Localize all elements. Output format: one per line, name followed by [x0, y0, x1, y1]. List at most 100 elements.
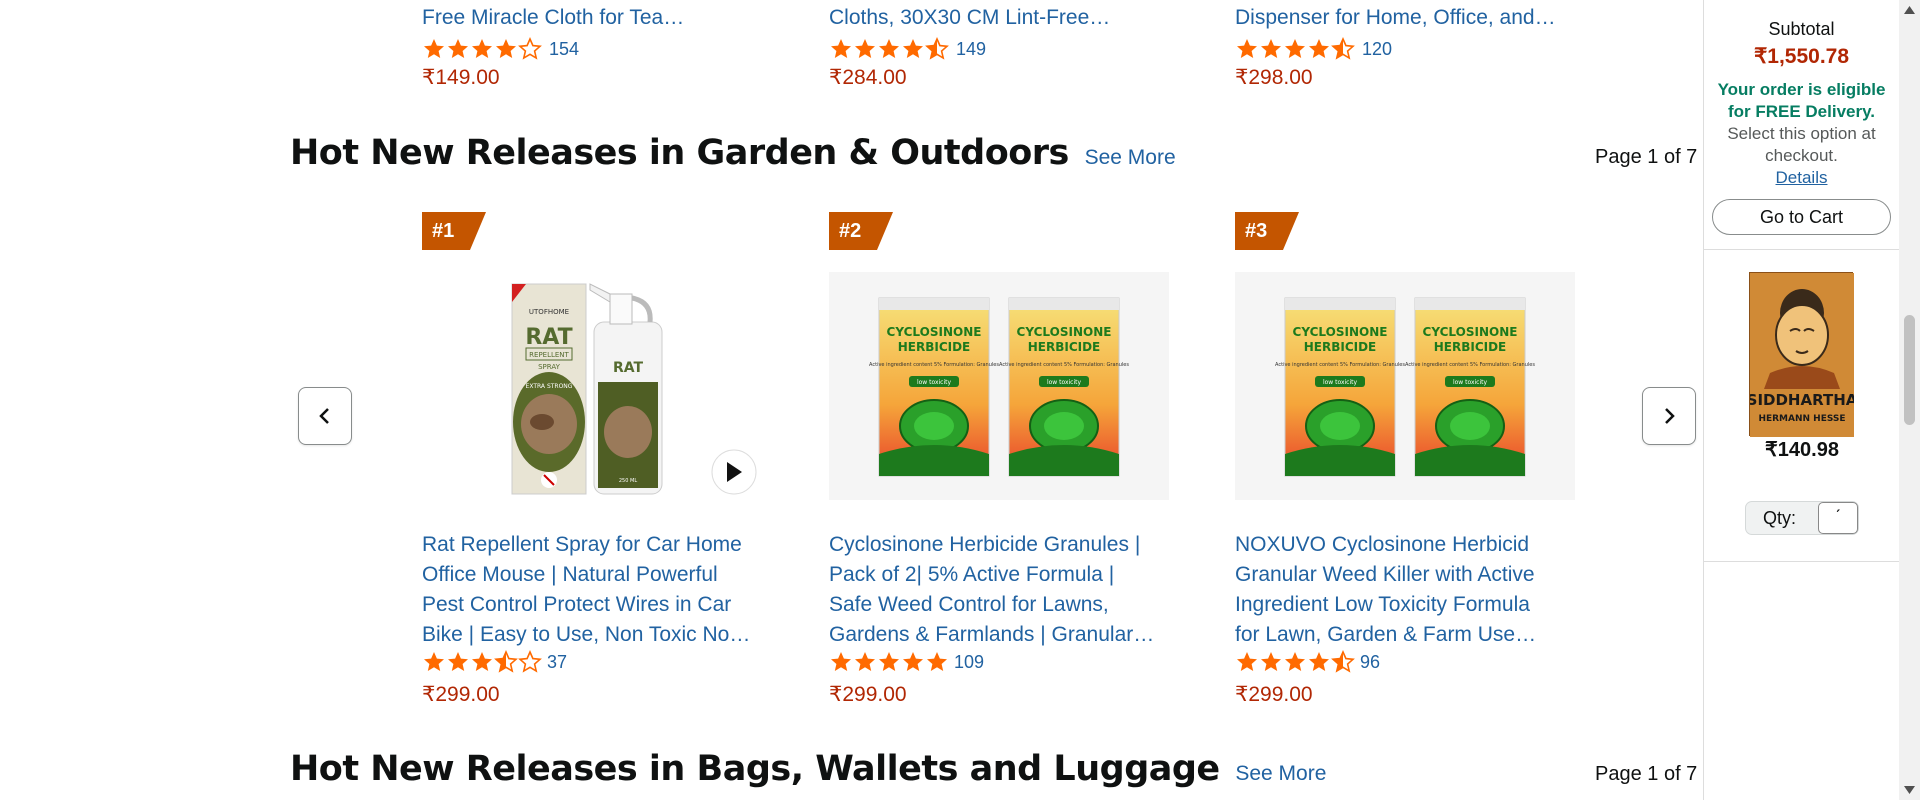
star-full-icon	[1261, 39, 1281, 58]
svg-text:HERBICIDE: HERBICIDE	[1028, 340, 1101, 354]
star-rating[interactable]	[829, 650, 949, 674]
svg-text:Active ingredient content 5% F: Active ingredient content 5% Formulation…	[1275, 362, 1405, 368]
buddha-illustration: SIDDHARTHA HERMANN HESSE	[1747, 273, 1858, 437]
svg-text:HERBICIDE: HERBICIDE	[1434, 340, 1507, 354]
star-full-icon	[472, 652, 492, 671]
star-half-icon	[1331, 37, 1355, 60]
product-price: ₹284.00	[829, 66, 907, 89]
review-count[interactable]: 120	[1362, 39, 1392, 60]
product-price: ₹299.00	[829, 683, 907, 706]
star-half-icon	[494, 650, 518, 673]
star-full-icon	[1309, 39, 1329, 58]
qty-value[interactable]: ˊ	[1818, 502, 1858, 534]
rank-badge: #2	[829, 212, 893, 250]
svg-text:CYCLOSINONE: CYCLOSINONE	[1293, 325, 1388, 339]
section-title-bags: Hot New Releases in Bags, Wallets and Lu…	[290, 749, 1327, 789]
herbicide-image: CYCLOSINONE HERBICIDE Active ingredient …	[1275, 297, 1535, 477]
svg-text:HERBICIDE: HERBICIDE	[898, 340, 971, 354]
star-half-icon	[925, 37, 949, 60]
product-card: Dispenser for Home, Office, and… 120 ₹29…	[1235, 3, 1575, 93]
star-full-icon	[448, 39, 468, 58]
svg-text:Active ingredient content 5% F: Active ingredient content 5% Formulation…	[869, 362, 999, 368]
review-count[interactable]: 149	[956, 39, 986, 60]
svg-text:CYCLOSINONE: CYCLOSINONE	[887, 325, 982, 339]
star-full-icon	[1261, 652, 1281, 671]
star-full-icon	[1237, 39, 1257, 58]
book-cover-image[interactable]: SIDDHARTHA HERMANN HESSE	[1747, 272, 1858, 437]
carousel-next-button[interactable]	[1642, 387, 1696, 445]
star-full-icon	[448, 652, 468, 671]
star-full-icon	[1309, 652, 1329, 671]
product-image[interactable]: CYCLOSINONE HERBICIDE Active ingredient …	[829, 272, 1169, 500]
star-empty-icon	[518, 37, 542, 60]
main-content: Free Miracle Cloth for Tea… 154 ₹149.00 …	[0, 0, 1703, 800]
product-title-link[interactable]: Dispenser for Home, Office, and…	[1235, 3, 1575, 33]
svg-text:250 ML: 250 ML	[619, 478, 637, 484]
details-link[interactable]: Details	[1776, 168, 1828, 187]
product-price: ₹298.00	[1235, 66, 1313, 89]
scrollbar-thumb[interactable]	[1904, 315, 1915, 425]
qty-label: Qty:	[1763, 507, 1797, 528]
product-card: Cloths, 30X30 CM Lint-Free… 149 ₹284.00	[829, 3, 1169, 93]
scroll-down-icon[interactable]	[1904, 786, 1915, 794]
star-full-icon	[1285, 39, 1305, 58]
product-title-link[interactable]: Cloths, 30X30 CM Lint-Free…	[829, 3, 1169, 33]
scroll-up-icon[interactable]	[1904, 6, 1915, 14]
go-to-cart-button[interactable]: Go to Cart	[1712, 199, 1891, 235]
page-indicator: Page 1 of 7	[1595, 146, 1698, 168]
star-rating[interactable]	[829, 37, 949, 61]
star-full-icon	[831, 652, 851, 671]
star-rating[interactable]	[1235, 650, 1355, 674]
svg-text:RAT: RAT	[613, 360, 644, 376]
product-title-link[interactable]: Cyclosinone Herbicide Granules | Pack of…	[829, 530, 1169, 650]
star-full-icon	[855, 652, 875, 671]
product-image[interactable]: CYCLOSINONE HERBICIDE Active ingredient …	[1235, 272, 1575, 500]
star-full-icon	[879, 39, 899, 58]
product-price: ₹149.00	[422, 66, 500, 89]
star-full-icon	[903, 652, 923, 671]
svg-text:UTOFHOME: UTOFHOME	[529, 308, 569, 316]
star-full-icon	[831, 39, 851, 58]
section-title-garden: Hot New Releases in Garden & Outdoors Se…	[290, 133, 1176, 173]
product-price: ₹299.00	[422, 683, 500, 706]
product-title-link[interactable]: Rat Repellent Spray for Car Home Office …	[422, 530, 762, 650]
product-card: #3 CYCLOSINONE HERBICIDE Active ingredie…	[1235, 212, 1575, 712]
chevron-right-icon	[1665, 408, 1675, 424]
review-count[interactable]: 154	[549, 39, 579, 60]
star-full-icon	[1285, 652, 1305, 671]
svg-text:HERBICIDE: HERBICIDE	[1304, 340, 1377, 354]
book-price: ₹140.98	[1765, 439, 1839, 461]
product-card: Free Miracle Cloth for Tea… 154 ₹149.00	[422, 3, 762, 93]
svg-text:REPELLENT: REPELLENT	[529, 351, 569, 359]
star-full-icon	[1237, 652, 1257, 671]
review-count[interactable]: 37	[547, 650, 567, 674]
review-count[interactable]: 109	[954, 650, 984, 674]
subtotal-amount: ₹1,550.78	[1753, 45, 1850, 68]
svg-text:Active ingredient content 5% F: Active ingredient content 5% Formulation…	[1405, 362, 1535, 368]
rat-spray-image: UTOFHOME RAT REPELLENT SPRAY EXTRA STRON…	[511, 283, 757, 495]
see-more-link[interactable]: See More	[1235, 762, 1326, 785]
svg-text:EXTRA STRONG: EXTRA STRONG	[526, 383, 573, 390]
star-rating[interactable]	[422, 650, 542, 674]
free-delivery-message: Your order is eligible for FREE Delivery…	[1717, 80, 1886, 187]
product-title-link[interactable]: Free Miracle Cloth for Tea…	[422, 3, 762, 33]
page-scrollbar[interactable]	[1899, 0, 1920, 800]
product-image[interactable]: UTOFHOME RAT REPELLENT SPRAY EXTRA STRON…	[422, 272, 762, 500]
svg-text:RAT: RAT	[525, 325, 572, 350]
svg-text:low toxicity: low toxicity	[1323, 379, 1358, 386]
divider	[1704, 249, 1899, 250]
quantity-selector[interactable]: Qty: ˊ	[1745, 501, 1859, 535]
product-card: #2 CYCLOSINONE HERBICIDE Active ingredie…	[829, 212, 1169, 712]
star-rating[interactable]	[1235, 37, 1355, 61]
star-full-icon	[903, 39, 923, 58]
cart-sidebar: Subtotal ₹1,550.78 Your order is eligibl…	[1703, 0, 1900, 800]
carousel-prev-button[interactable]	[298, 387, 352, 445]
page-indicator: Page 1 of 7	[1595, 763, 1698, 785]
see-more-link[interactable]: See More	[1085, 146, 1176, 169]
rank-badge: #3	[1235, 212, 1299, 250]
divider	[1704, 561, 1900, 562]
review-count[interactable]: 96	[1360, 650, 1380, 674]
star-rating[interactable]	[422, 37, 542, 61]
product-title-link[interactable]: NOXUVO Cyclosinone Herbicid Granular Wee…	[1235, 530, 1575, 650]
svg-text:Active ingredient content 5% F: Active ingredient content 5% Formulation…	[999, 362, 1129, 368]
